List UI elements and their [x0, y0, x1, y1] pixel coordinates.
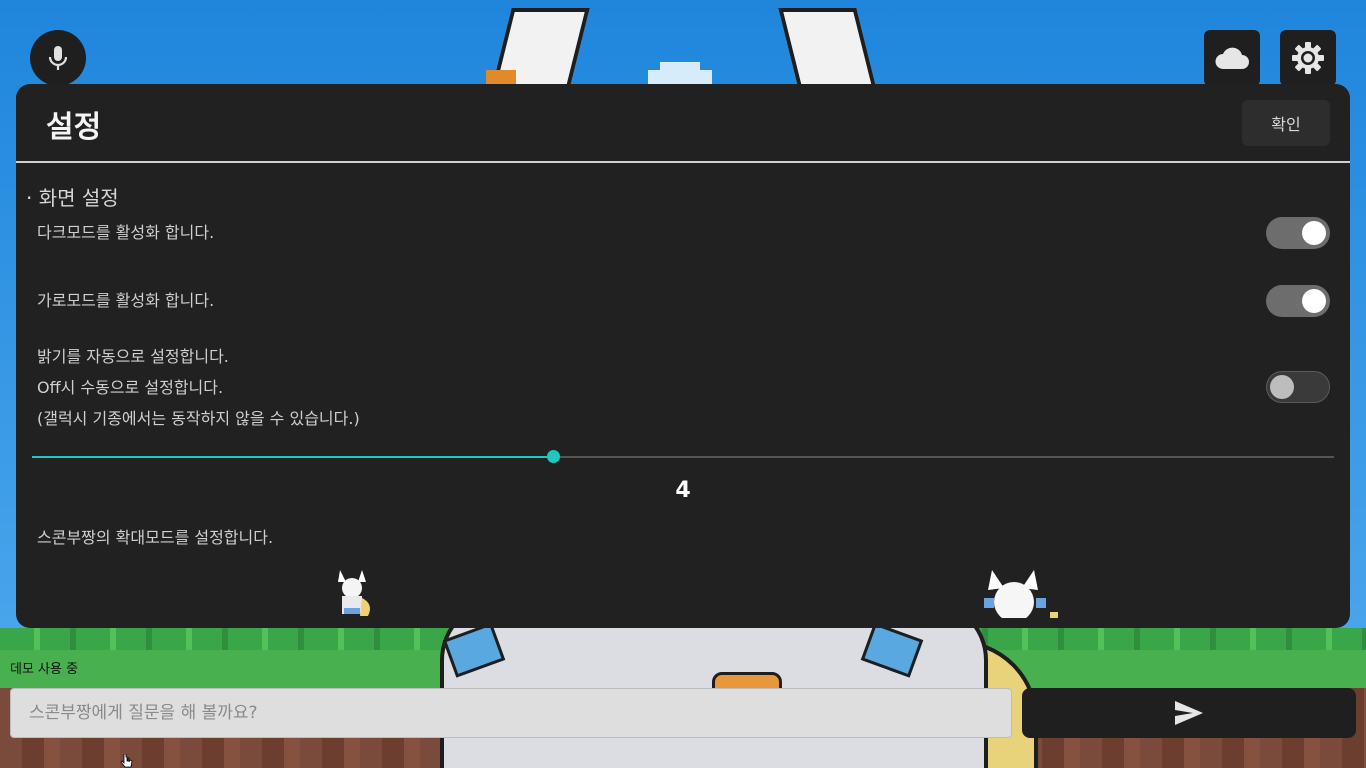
settings-panel: 설정 확인 · 화면 설정 다크모드를 활성화 합니다. 가로모드를 활성화 합… [16, 84, 1350, 628]
zoom-mode-label: 스콘부짱의 확대모드를 설정합니다. [37, 528, 274, 547]
auto-brightness-label-line3: (갤럭시 기종에서는 동작하지 않을 수 있습니다.) [37, 409, 360, 428]
dark-mode-toggle[interactable] [1266, 217, 1330, 249]
panel-title: 설정 [46, 110, 102, 145]
character-large-icon [984, 570, 1058, 622]
gear-icon [1292, 42, 1324, 74]
cloud-button[interactable] [1204, 30, 1260, 86]
toggle-knob [1270, 375, 1294, 399]
confirm-button[interactable]: 확인 [1242, 100, 1330, 146]
zoom-option-large-image[interactable] [982, 568, 1062, 622]
slider-fill [32, 456, 553, 458]
settings-button[interactable] [1280, 30, 1336, 86]
app-screen: 설정 확인 · 화면 설정 다크모드를 활성화 합니다. 가로모드를 활성화 합… [0, 0, 1366, 768]
slider-thumb[interactable] [546, 450, 560, 463]
zoom-option-small-image[interactable] [332, 568, 380, 618]
brightness-value: 4 [675, 478, 691, 503]
landscape-mode-label: 가로모드를 활성화 합니다. [37, 291, 215, 310]
brightness-slider[interactable] [32, 450, 1334, 463]
section-title-display: · 화면 설정 [26, 186, 119, 210]
auto-brightness-label-line2: Off시 수동으로 설정합니다. [37, 378, 224, 397]
toggle-knob [1302, 289, 1326, 313]
send-icon [1175, 701, 1203, 725]
auto-brightness-toggle[interactable] [1266, 371, 1330, 403]
cloud-icon [1215, 47, 1249, 69]
landscape-mode-toggle[interactable] [1266, 285, 1330, 317]
auto-brightness-label-line1: 밝기를 자동으로 설정합니다. [37, 347, 229, 366]
mic-icon [48, 46, 68, 70]
character-small-icon [338, 570, 370, 616]
send-button[interactable] [1022, 688, 1356, 738]
chat-input[interactable] [10, 688, 1012, 738]
header-divider [16, 161, 1350, 163]
mouse-cursor-icon [120, 754, 133, 768]
mic-button[interactable] [30, 30, 86, 86]
toggle-knob [1302, 221, 1326, 245]
dark-mode-label: 다크모드를 활성화 합니다. [37, 223, 215, 242]
demo-status-label: 데모 사용 중 [10, 662, 79, 677]
